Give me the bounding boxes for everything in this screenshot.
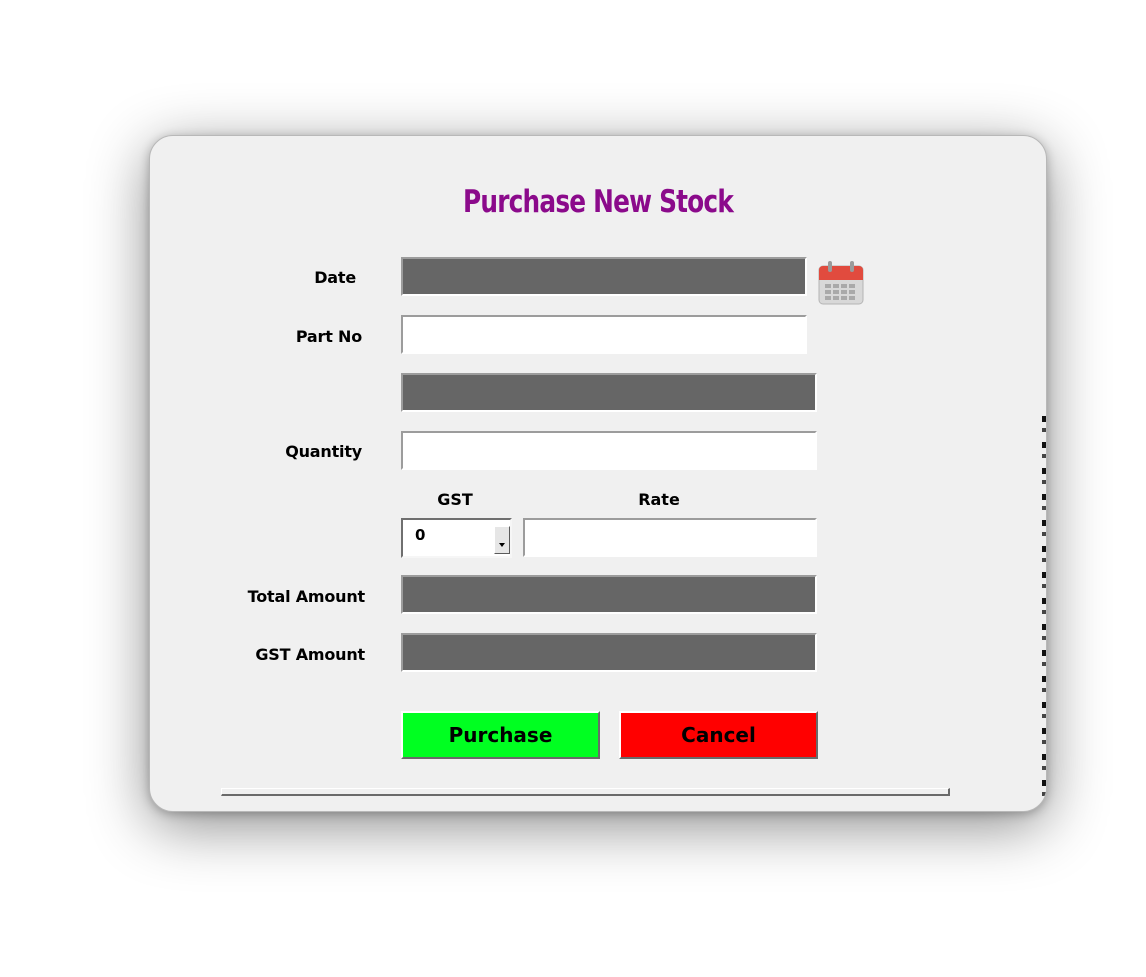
gst-dropdown[interactable]: 0: [401, 518, 512, 558]
date-label: Date: [314, 268, 356, 287]
total-amount-field: [401, 575, 817, 614]
quantity-label: Quantity: [285, 442, 362, 461]
window-edge-artifact: [1042, 416, 1046, 796]
gst-dropdown-button[interactable]: [494, 526, 510, 554]
gst-selected-value: 0: [415, 526, 426, 544]
rate-header: Rate: [638, 490, 680, 509]
rate-input[interactable]: [523, 518, 817, 557]
gst-header: GST: [437, 490, 473, 509]
purchase-stock-dialog: Purchase New Stock Date Part No Quantity…: [149, 135, 1047, 812]
date-field[interactable]: [401, 257, 807, 296]
part-no-label: Part No: [295, 327, 362, 346]
quantity-input[interactable]: [401, 431, 817, 470]
part-description-field: [401, 373, 817, 412]
total-amount-label: Total Amount: [247, 587, 366, 606]
dialog-title: Purchase New Stock: [462, 184, 734, 220]
gst-amount-label: GST Amount: [255, 645, 365, 664]
part-no-input[interactable]: [401, 315, 807, 354]
purchase-button[interactable]: Purchase: [401, 711, 600, 759]
status-bar: [221, 788, 950, 796]
chevron-down-icon: [499, 543, 505, 547]
cancel-button[interactable]: Cancel: [619, 711, 818, 759]
gst-amount-field: [401, 633, 817, 672]
calendar-icon[interactable]: [816, 258, 866, 308]
